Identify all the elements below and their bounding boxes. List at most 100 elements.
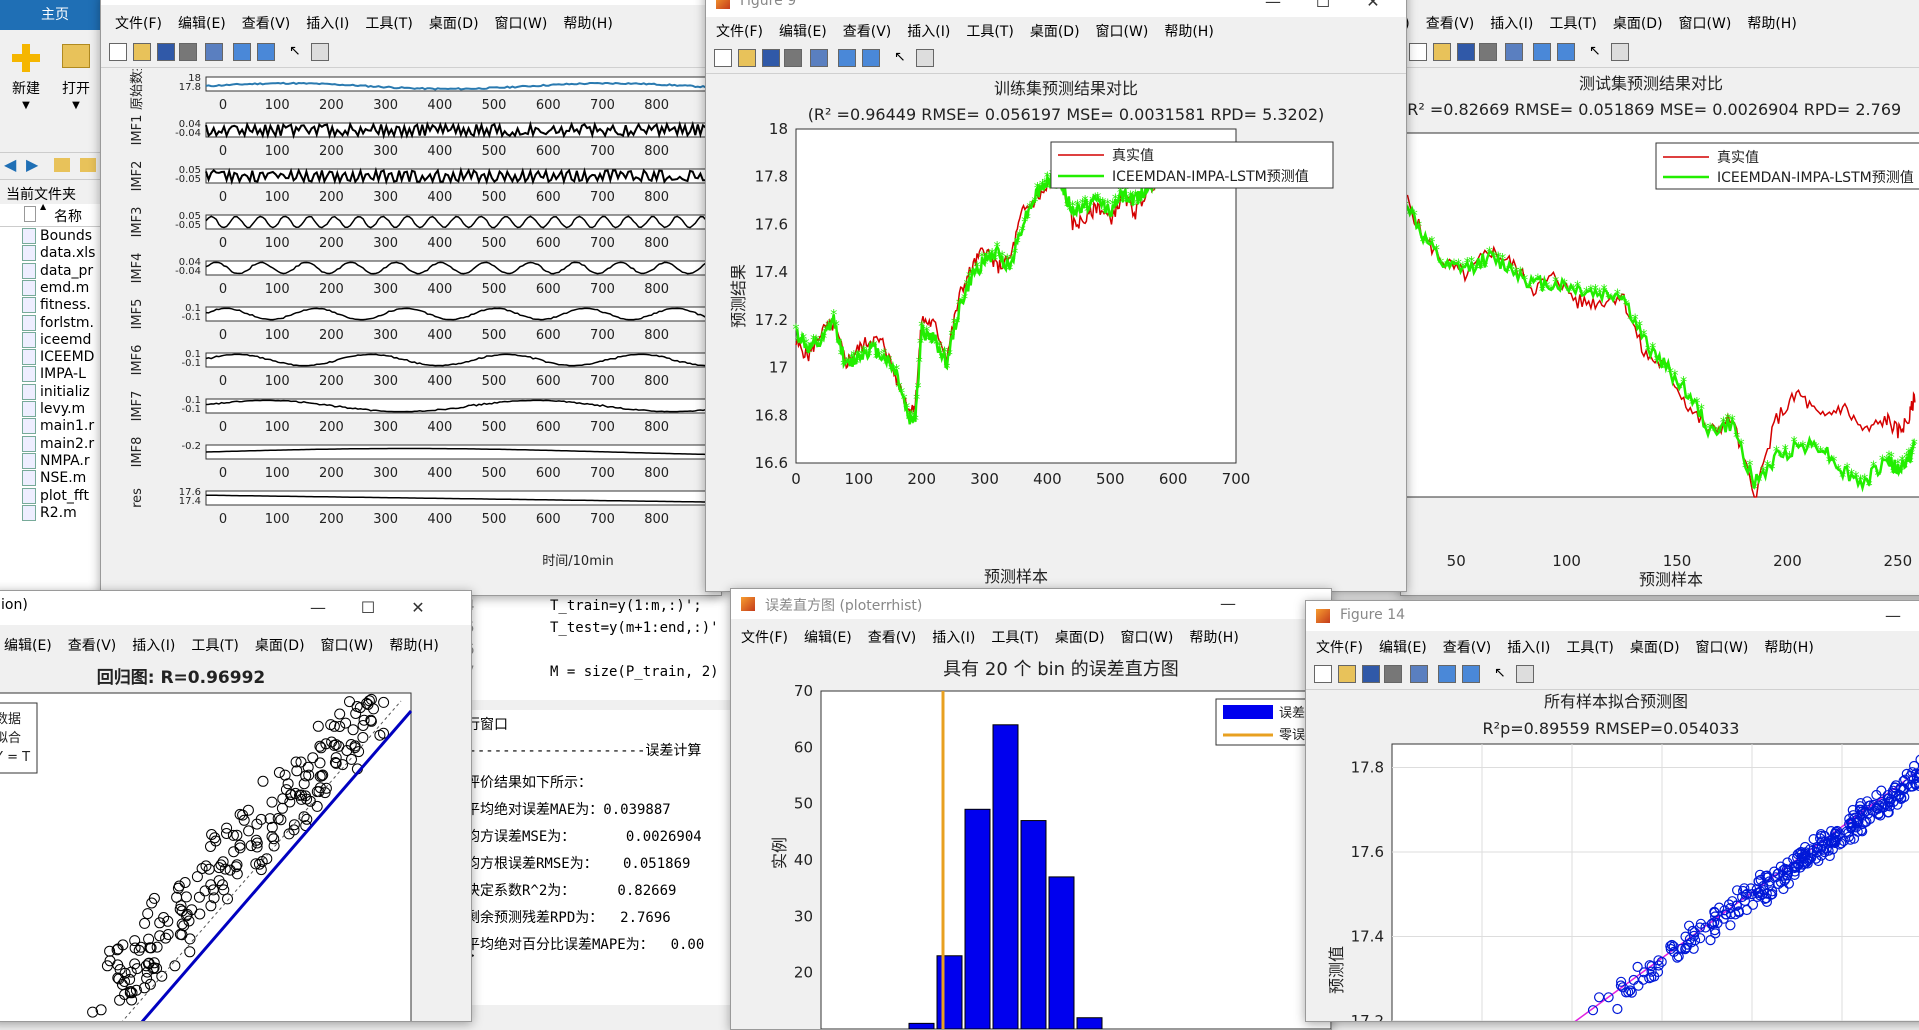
imf-subplot[interactable]: IMF40.04-0.040100200300400500600700800 <box>130 253 721 297</box>
file-list-item[interactable]: main1.r <box>0 418 94 434</box>
menu-item-4[interactable]: 工具(T) <box>357 11 420 37</box>
imf-subplot[interactable]: IMF8-0.20100200300400500600700800 <box>130 437 721 481</box>
menu-item-7[interactable]: 帮助(H) <box>555 11 620 37</box>
code-line[interactable]: T_test=y(m+1:end,:)' <box>550 620 719 636</box>
colorbar-icon[interactable] <box>838 49 856 67</box>
menu-item-1[interactable]: 编辑(E) <box>1371 635 1435 661</box>
menu-item-5[interactable]: 桌面(D) <box>1047 625 1113 651</box>
histogram-chart[interactable]: 具有 20 个 bin 的误差直方图203040506070实例误差零误 <box>731 653 1331 1029</box>
menu-item-2[interactable]: 查看(V) <box>1435 635 1500 661</box>
print-preview-icon[interactable] <box>205 43 223 61</box>
print-icon[interactable] <box>1384 665 1402 683</box>
save-icon[interactable] <box>762 49 780 67</box>
imf-subplot[interactable]: IMF10.04-0.040100200300400500600700800 <box>130 115 721 159</box>
menu-item-7[interactable]: 帮助(H) <box>1181 625 1246 651</box>
file-list-item[interactable]: ICEEMD <box>0 349 94 365</box>
menu-item-1[interactable]: 编辑(E) <box>796 625 860 651</box>
menu-item-2[interactable]: 查看(V) <box>1418 11 1483 37</box>
menu-item-2[interactable]: 查看(V) <box>60 633 125 659</box>
menu-item-1[interactable]: 编辑(E) <box>0 633 60 659</box>
legend-icon[interactable] <box>862 49 880 67</box>
home-tab[interactable]: 主页 <box>0 0 110 30</box>
minimize-button[interactable]: — <box>1250 0 1296 17</box>
menu-item-3[interactable]: 插入(I) <box>124 633 183 659</box>
menu-item-7[interactable]: 帮助(H) <box>1156 19 1221 45</box>
file-list-item[interactable]: data_pr <box>0 263 93 279</box>
save-icon[interactable] <box>1362 665 1380 683</box>
menu-item-6[interactable]: 窗口(W) <box>1688 635 1757 661</box>
menu-item-7[interactable]: 帮助(H) <box>1756 635 1821 661</box>
pointer-icon[interactable]: ↖ <box>1589 43 1607 61</box>
file-list-item[interactable]: main2.r <box>0 436 94 452</box>
colorbar-icon[interactable] <box>1533 43 1551 61</box>
legend-icon[interactable] <box>257 43 275 61</box>
menu-item-2[interactable]: 查看(V) <box>234 11 299 37</box>
legend[interactable]: 真实值ICEEMDAN-IMPA-LSTM预测值 <box>1051 142 1333 188</box>
menu-item-7[interactable]: 帮助(H) <box>381 633 446 659</box>
file-list-item[interactable]: initializ <box>0 384 90 400</box>
menu-item-2[interactable]: 查看(V) <box>860 625 925 651</box>
menu-item-6[interactable]: 窗口(W) <box>1671 11 1740 37</box>
imf-plot[interactable]: 原始数据1817.80100200300400500600700800IMF10… <box>101 69 721 589</box>
imf-subplot[interactable]: res17.617.40100200300400500600700800 <box>130 487 721 527</box>
open-folder-icon[interactable] <box>738 49 756 67</box>
save-icon[interactable] <box>1457 43 1475 61</box>
new-file-icon[interactable] <box>1314 665 1332 683</box>
colorbar-icon[interactable] <box>233 43 251 61</box>
file-list-item[interactable]: forlstm. <box>0 315 94 331</box>
menu-item-3[interactable]: 插入(I) <box>298 11 357 37</box>
open-button[interactable]: 打开 ▼ <box>56 44 96 124</box>
new-button[interactable]: 新建 ▼ <box>6 44 46 124</box>
menu-item-6[interactable]: 窗口(W) <box>1088 19 1157 45</box>
new-file-icon[interactable] <box>109 43 127 61</box>
menu-item-0[interactable]: 文件(F) <box>1308 635 1371 661</box>
browse-icon[interactable] <box>80 158 96 172</box>
pointer-icon[interactable]: ↖ <box>1494 665 1512 683</box>
new-file-icon[interactable] <box>1409 43 1427 61</box>
legend[interactable]: 数据拟合Y = T <box>0 703 37 773</box>
file-list-item[interactable]: emd.m <box>0 280 89 296</box>
property-editor-icon[interactable] <box>1611 43 1629 61</box>
file-list-item[interactable]: levy.m <box>0 401 85 417</box>
menu-item-6[interactable]: 窗口(W) <box>487 11 556 37</box>
menu-item-4[interactable]: 工具(T) <box>983 625 1046 651</box>
menu-item-5[interactable]: 桌面(D) <box>1622 635 1688 661</box>
legend-icon[interactable] <box>1462 665 1480 683</box>
file-list-item[interactable]: R2.m <box>0 505 77 521</box>
menu-item-3[interactable]: 插入(I) <box>899 19 958 45</box>
menu-item-1[interactable]: 编辑(E) <box>170 11 234 37</box>
back-arrow-icon[interactable]: ◀ <box>4 155 16 174</box>
menu-item-7[interactable]: 帮助(H) <box>1739 11 1804 37</box>
menu-item-4[interactable]: 工具(T) <box>1541 11 1604 37</box>
menu-item-6[interactable]: 窗口(W) <box>313 633 382 659</box>
file-list-item[interactable]: IMPA-L <box>0 366 86 382</box>
legend-icon[interactable] <box>1557 43 1575 61</box>
code-line[interactable]: T_train=y(1:m,:)'; <box>550 598 702 614</box>
regression-chart[interactable]: 回归图: R=0.96992数据拟合Y = T <box>0 661 471 1021</box>
file-list-item[interactable]: iceemd <box>0 332 91 348</box>
property-editor-icon[interactable] <box>311 43 329 61</box>
close-button[interactable]: ✕ <box>395 593 441 623</box>
file-list-item[interactable]: NSE.m <box>0 470 86 486</box>
menu-item-0[interactable]: 文件(F) <box>708 19 771 45</box>
forward-arrow-icon[interactable]: ▶ <box>26 155 38 174</box>
new-file-icon[interactable] <box>714 49 732 67</box>
menu-item-3[interactable]: 插入(I) <box>1482 11 1541 37</box>
colorbar-icon[interactable] <box>1438 665 1456 683</box>
training-chart[interactable]: ****************************************… <box>706 74 1406 591</box>
pointer-icon[interactable]: ↖ <box>289 43 307 61</box>
print-icon[interactable] <box>179 43 197 61</box>
imf-subplot[interactable]: 原始数据1817.80100200300400500600700800 <box>130 69 721 113</box>
menu-item-1[interactable]: 编辑(E) <box>771 19 835 45</box>
minimize-button[interactable]: — <box>1870 601 1916 631</box>
print-preview-icon[interactable] <box>1410 665 1428 683</box>
menu-item-4[interactable]: 工具(T) <box>958 19 1021 45</box>
menu-item-5[interactable]: 桌面(D) <box>421 11 487 37</box>
property-editor-icon[interactable] <box>916 49 934 67</box>
imf-subplot[interactable]: IMF60.1-0.10100200300400500600700800 <box>130 345 721 389</box>
file-list-item[interactable]: Bounds <box>0 228 92 244</box>
menu-item-6[interactable]: 窗口(W) <box>1113 625 1182 651</box>
menu-item-0[interactable]: 文件(F) <box>107 11 170 37</box>
test-chart[interactable]: ****************************************… <box>1401 69 1919 589</box>
maximize-button[interactable]: ☐ <box>345 593 391 623</box>
